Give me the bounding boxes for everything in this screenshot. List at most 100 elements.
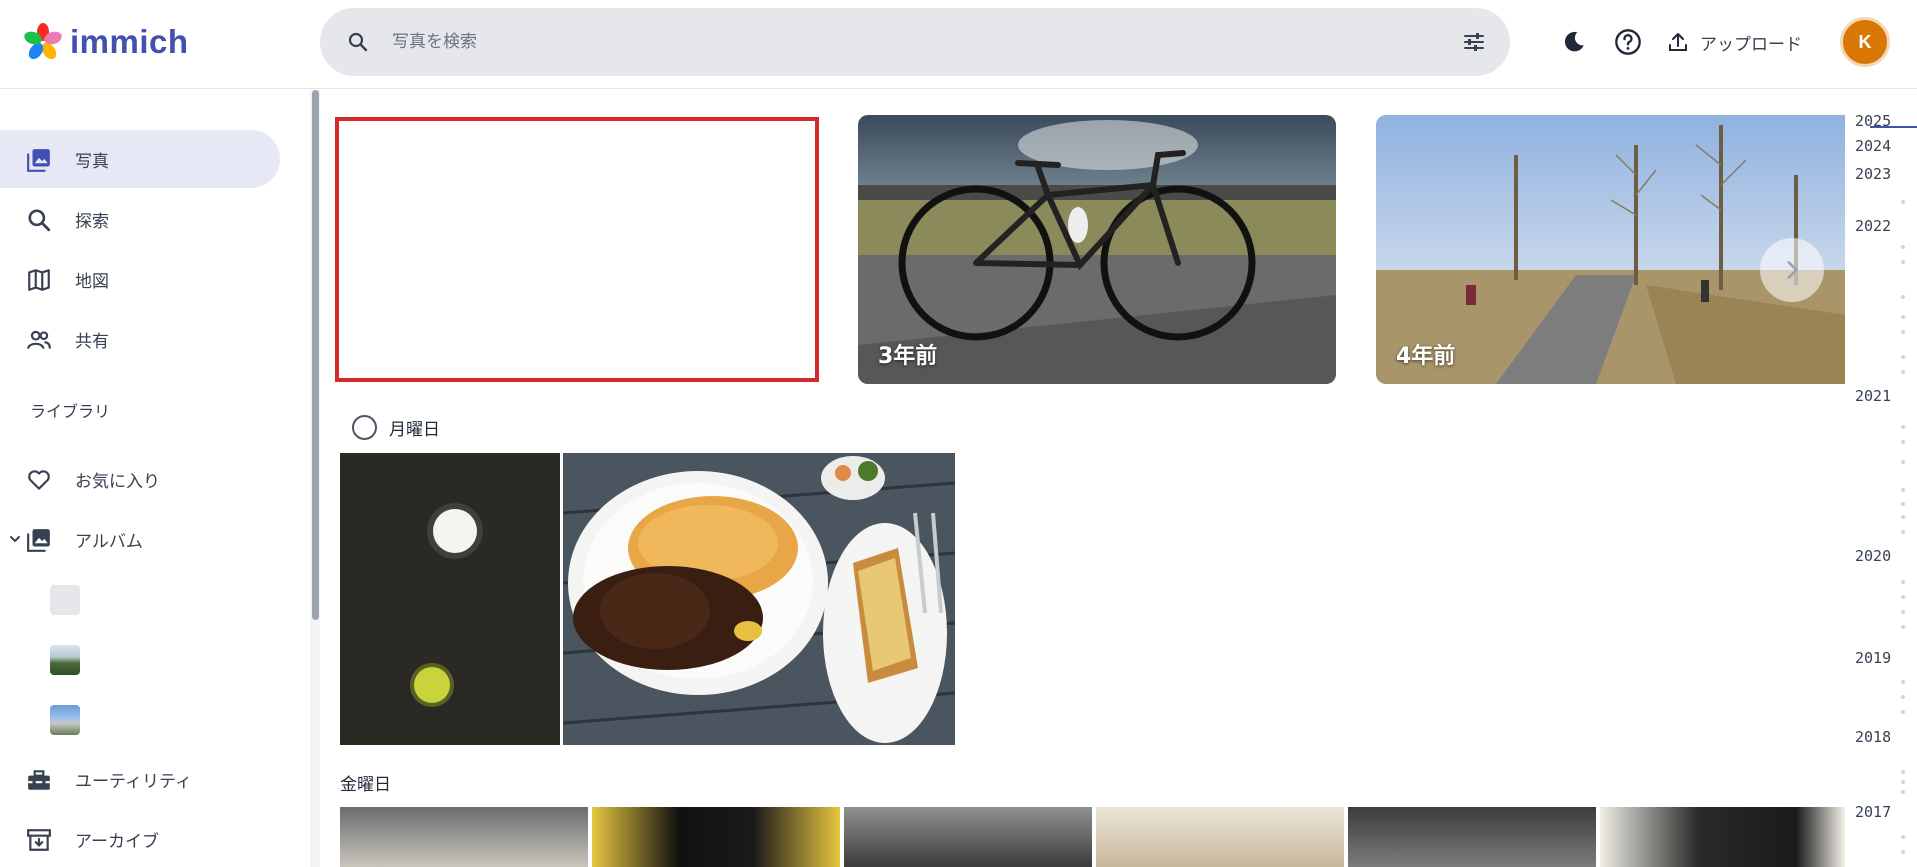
map-icon <box>28 269 50 291</box>
search-icon[interactable] <box>346 30 370 54</box>
timeline-month-dot <box>1901 515 1905 519</box>
upload-button[interactable]: アップロード <box>1666 22 1802 62</box>
sidebar: 写真 探索 地図 共有 ライブラリ お気に入り アルバム ユーティリティ アーカ… <box>0 90 310 867</box>
timeline-scrubber[interactable]: 2025 2024 2023 2022 2021 2020 2019 2018 … <box>1845 90 1917 867</box>
day-label: 金曜日 <box>340 775 391 795</box>
timeline-month-dot <box>1901 610 1905 614</box>
timeline-month-dot <box>1901 580 1905 584</box>
search-bar[interactable] <box>320 8 1510 76</box>
photos-icon <box>27 149 50 172</box>
chevron-right-icon <box>1787 261 1799 279</box>
sidebar-scrollbar-thumb[interactable] <box>312 90 319 620</box>
help-icon <box>1615 29 1641 55</box>
archive-icon <box>27 829 51 851</box>
photo-timeline: 3年前 4年前 月曜日 金曜日 <box>320 90 1845 867</box>
day-group-header[interactable]: 月曜日 <box>352 415 440 440</box>
timeline-month-dot <box>1901 260 1905 264</box>
album-icon <box>27 529 50 552</box>
timeline-month-dot <box>1901 695 1905 699</box>
timeline-month-dot <box>1901 200 1905 204</box>
timeline-month-dot <box>1901 440 1905 444</box>
toolbox-icon <box>28 770 50 790</box>
timeline-year[interactable]: 2021 <box>1855 387 1891 405</box>
memory-label: 3年前 <box>878 344 938 369</box>
people-icon <box>27 330 51 349</box>
sidebar-item-label: アーカイブ <box>75 831 159 852</box>
filter-icon[interactable] <box>1462 30 1486 54</box>
timeline-year[interactable]: 2025 <box>1855 112 1891 130</box>
day-label: 月曜日 <box>389 420 440 440</box>
timeline-year[interactable]: 2024 <box>1855 137 1891 155</box>
sidebar-item-label: ユーティリティ <box>75 771 192 792</box>
timeline-year[interactable]: 2022 <box>1855 217 1891 235</box>
upload-icon <box>1669 33 1687 51</box>
sidebar-item-map[interactable]: 地図 <box>0 250 280 308</box>
timeline-month-dot <box>1901 850 1905 854</box>
sidebar-item-sharing[interactable]: 共有 <box>0 310 280 368</box>
sidebar-item-label: アルバム <box>75 531 143 552</box>
logo[interactable]: immich <box>24 20 189 64</box>
memory-label: 4年前 <box>1396 344 1456 369</box>
timeline-month-dot <box>1901 502 1905 506</box>
timeline-month-dot <box>1901 770 1905 774</box>
logo-text: immich <box>70 23 189 60</box>
photo-thumbnail[interactable] <box>844 807 1092 867</box>
photo-thumbnail[interactable] <box>563 453 955 745</box>
heart-icon <box>28 470 50 490</box>
timeline-month-dot <box>1901 370 1905 374</box>
theme-toggle-button[interactable] <box>1554 22 1594 62</box>
timeline-month-dot <box>1901 595 1905 599</box>
timeline-month-dot <box>1901 488 1905 492</box>
timeline-year[interactable]: 2019 <box>1855 649 1891 667</box>
sidebar-item-label: 共有 <box>75 331 109 352</box>
day-group-header[interactable]: 金曜日 <box>340 770 391 795</box>
memory-card[interactable]: 3年前 <box>858 115 1336 384</box>
timeline-month-dot <box>1901 530 1905 534</box>
memory-card-highlight[interactable] <box>335 117 819 382</box>
timeline-month-dot <box>1901 780 1905 784</box>
upload-label: アップロード <box>1700 34 1802 55</box>
sidebar-item-label: お気に入り <box>75 471 160 492</box>
timeline-year[interactable]: 2017 <box>1855 803 1891 821</box>
sidebar-item-label: 地図 <box>75 271 109 292</box>
photo-thumbnail[interactable] <box>1096 807 1344 867</box>
sidebar-item-utilities[interactable]: ユーティリティ <box>0 750 280 808</box>
timeline-month-dot <box>1901 790 1905 794</box>
timeline-month-dot <box>1901 680 1905 684</box>
help-button[interactable] <box>1608 22 1648 62</box>
search-input[interactable] <box>392 26 1392 58</box>
photo-thumbnail[interactable] <box>340 807 588 867</box>
photo-thumbnail[interactable] <box>1348 807 1596 867</box>
album-thumbnail[interactable] <box>50 705 80 735</box>
food-photo <box>563 453 955 745</box>
library-section-label: ライブラリ <box>30 402 111 421</box>
search-icon <box>28 209 51 232</box>
user-avatar[interactable]: K <box>1840 17 1890 67</box>
sidebar-item-archive[interactable]: アーカイブ <box>0 810 280 867</box>
album-thumbnail[interactable] <box>50 585 80 615</box>
chevron-down-icon[interactable] <box>8 532 22 546</box>
immich-app: immich 写真を検索 アップロード K 写真 探索 地図 共有 ライブラリ … <box>0 0 1917 867</box>
photo-thumbnail[interactable] <box>592 807 840 867</box>
timeline-month-dot <box>1901 425 1905 429</box>
memories-next-button[interactable] <box>1760 238 1824 302</box>
timeline-year[interactable]: 2023 <box>1855 165 1891 183</box>
sidebar-item-explore[interactable]: 探索 <box>0 190 280 248</box>
sidebar-item-albums[interactable]: アルバム <box>0 510 280 568</box>
timeline-month-dot <box>1901 460 1905 464</box>
timeline-month-dot <box>1901 295 1905 299</box>
photo-thumbnail[interactable] <box>1600 807 1845 867</box>
timeline-month-dot <box>1901 315 1905 319</box>
timeline-month-dot <box>1901 625 1905 629</box>
sidebar-item-photos[interactable]: 写真 <box>0 130 280 188</box>
timeline-year[interactable]: 2020 <box>1855 547 1891 565</box>
photo-thumbnail[interactable] <box>340 453 560 745</box>
timeline-month-dot <box>1901 710 1905 714</box>
moon-icon <box>1564 31 1584 52</box>
timeline-year[interactable]: 2018 <box>1855 728 1891 746</box>
sidebar-item-favorites[interactable]: お気に入り <box>0 450 280 508</box>
timeline-month-dot <box>1901 330 1905 334</box>
sidebar-item-label: 探索 <box>75 211 109 232</box>
select-day-checkbox[interactable] <box>352 415 377 440</box>
album-thumbnail[interactable] <box>50 645 80 675</box>
